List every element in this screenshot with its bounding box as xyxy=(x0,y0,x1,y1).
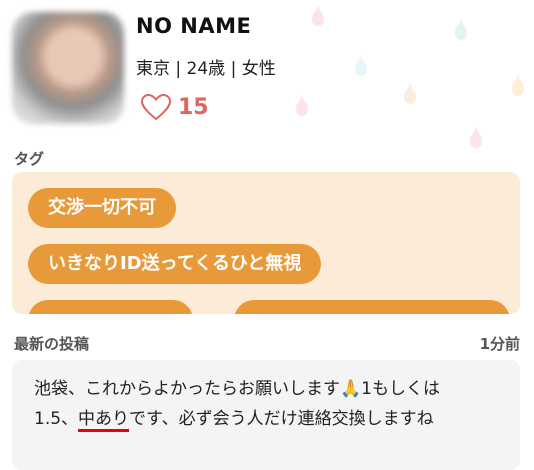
post-text-segment: です、必ず会う人だけ連絡交換しますね xyxy=(129,409,434,429)
tag-chip[interactable]: いきなりID送ってくるひと無視 xyxy=(28,244,322,284)
like-button[interactable]: 15 xyxy=(140,93,209,121)
post-time: 1分前 xyxy=(479,335,520,353)
post-text-underlined: 中あり xyxy=(78,409,130,429)
profile-name: NO NAME xyxy=(136,14,252,38)
post-text-line: 1.5、中ありです、必ず会う人だけ連絡交換しますね xyxy=(34,404,504,434)
tag-chip[interactable] xyxy=(234,300,510,314)
latest-post-card[interactable]: 池袋、これからよかったらお願いします🙏1もしくは 1.5、中ありです、必ず会う人… xyxy=(12,360,520,470)
post-text-segment: 1.5、 xyxy=(34,409,79,429)
avatar[interactable] xyxy=(12,12,124,124)
like-count: 15 xyxy=(178,94,209,120)
tag-chip[interactable] xyxy=(28,300,193,314)
tags-container: 交渉一切不可 いきなりID送ってくるひと無視 xyxy=(12,172,520,314)
post-text: 池袋、これからよかったらお願いします🙏1もしくは 1.5、中ありです、必ず会う人… xyxy=(34,374,504,434)
tag-chip[interactable]: 交渉一切不可 xyxy=(28,188,176,228)
heart-icon xyxy=(140,93,172,121)
post-header: 最新の投稿 1分前 xyxy=(14,333,520,354)
profile-meta: 東京 | 24歳 | 女性 xyxy=(136,59,276,79)
profile-header: NO NAME 東京 | 24歳 | 女性 15 xyxy=(0,0,534,140)
tags-section-label: タグ xyxy=(14,150,45,168)
latest-post-label: 最新の投稿 xyxy=(14,335,90,353)
post-text-line: 池袋、これからよかったらお願いします🙏1もしくは xyxy=(34,379,440,399)
